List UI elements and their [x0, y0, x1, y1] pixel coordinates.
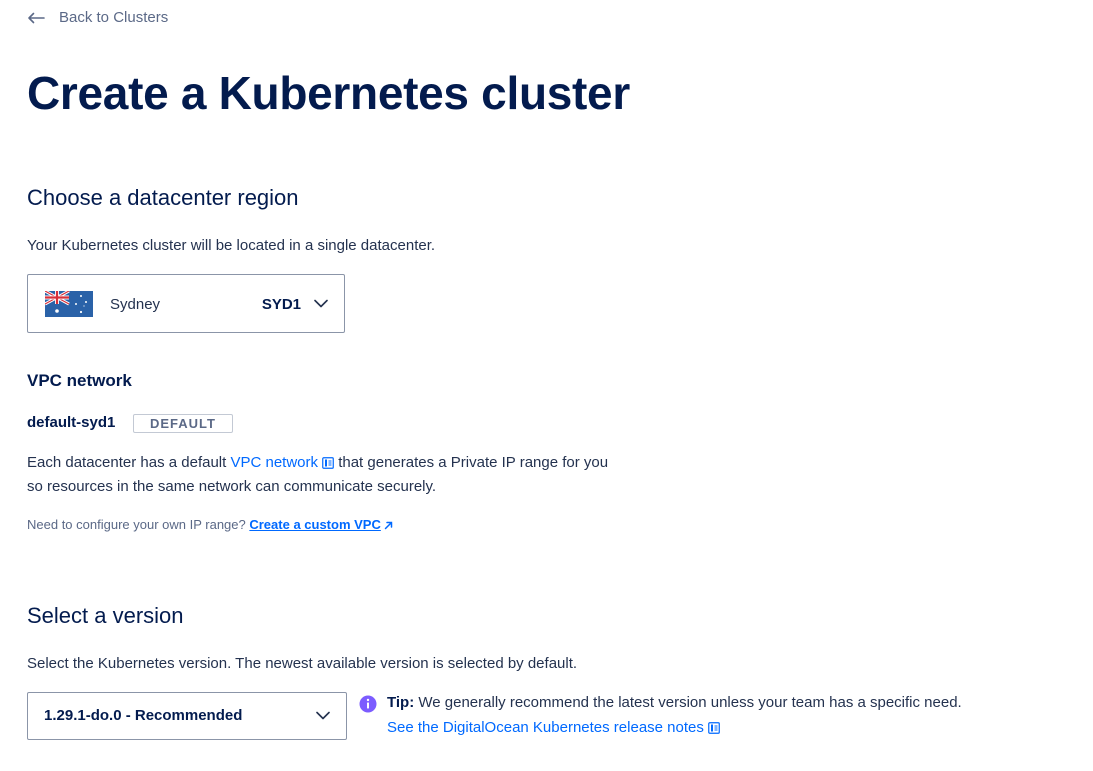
arrow-left-icon — [28, 12, 45, 23]
default-badge: DEFAULT — [133, 414, 233, 433]
create-custom-vpc-link[interactable]: Create a custom VPC — [249, 517, 393, 532]
region-description: Your Kubernetes cluster will be located … — [27, 237, 436, 254]
tip-body: We generally recommend the latest versio… — [414, 694, 962, 711]
vpc-network-label: VPC network — [27, 371, 132, 390]
tip-text: Tip: We generally recommend the latest v… — [387, 694, 962, 711]
info-icon — [359, 695, 377, 713]
chevron-down-icon — [316, 711, 330, 720]
vpc-description: Each datacenter has a default VPC networ… — [27, 451, 627, 499]
external-link-icon — [384, 521, 393, 530]
docs-icon — [708, 722, 720, 734]
release-notes-link[interactable]: See the DigitalOcean Kubernetes release … — [387, 719, 720, 736]
create-cluster-page: Back to Clusters Create a Kubernetes clu… — [0, 0, 1093, 771]
region-code: SYD1 — [261, 296, 301, 313]
australia-flag-icon — [45, 291, 93, 317]
region-section-title: Choose a datacenter region — [27, 185, 299, 210]
region-name: Sydney — [110, 296, 161, 313]
chevron-down-icon — [314, 299, 328, 308]
version-section-title: Select a version — [27, 603, 184, 628]
release-notes-link-label: See the DigitalOcean Kubernetes release … — [387, 719, 704, 736]
region-select[interactable]: Sydney SYD1 — [27, 274, 345, 333]
version-select[interactable]: 1.29.1-do.0 - Recommended — [27, 692, 347, 740]
create-custom-vpc-link-label: Create a custom VPC — [249, 517, 381, 532]
back-to-clusters-link[interactable]: Back to Clusters — [27, 9, 168, 26]
back-link-label: Back to Clusters — [59, 9, 169, 26]
vpc-network-link[interactable]: VPC network — [230, 454, 334, 471]
tip-label: Tip: — [387, 694, 415, 711]
custom-vpc-prompt-text: Need to configure your own IP range? — [27, 517, 250, 532]
version-value: 1.29.1-do.0 - Recommended — [44, 707, 243, 724]
custom-vpc-prompt: Need to configure your own IP range? Cre… — [27, 517, 393, 532]
page-title: Create a Kubernetes cluster — [27, 67, 630, 119]
vpc-name: default-syd1 — [27, 414, 116, 431]
docs-icon — [322, 457, 334, 469]
vpc-network-link-label: VPC network — [230, 454, 319, 471]
vpc-desc-before: Each datacenter has a default — [27, 454, 231, 471]
version-description: Select the Kubernetes version. The newes… — [27, 655, 578, 672]
